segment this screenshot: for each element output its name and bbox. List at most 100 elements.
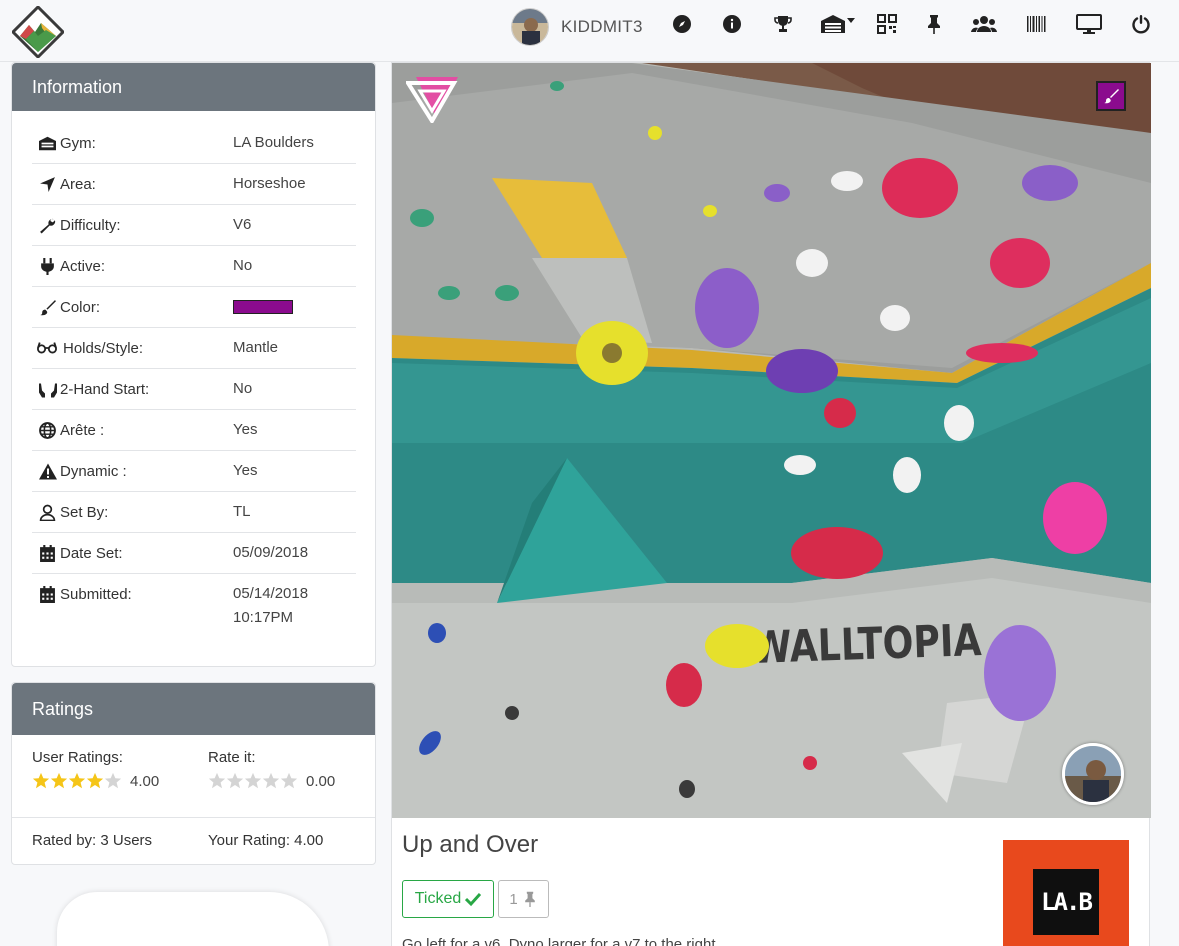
warehouse-dropdown-icon[interactable] [820,13,856,35]
power-icon[interactable] [1130,13,1152,35]
wall-text: WALLTOPIA [751,615,983,674]
star-icon [104,772,122,789]
calendar-icon [32,544,60,562]
info-row-active: Active: No [32,246,356,287]
ratings-card: Ratings User Ratings: 4.00 Rate it: 0.00… [11,682,376,865]
info-row-gym: Gym: LA Boulders [32,123,356,164]
rated-by-text: Rated by: 3 Users [32,832,153,849]
your-rating-text: Your Rating: 4.00 [208,832,324,849]
info-value-date-set: 05/09/2018 [233,544,309,561]
top-navbar: KIDDMIT3 [0,0,1179,62]
information-card: Information Gym: LA Boulders Area: Horse… [11,62,376,667]
thumbtack-icon [524,891,535,907]
location-arrow-icon [32,175,60,193]
info-row-difficulty: Difficulty: V6 [32,205,356,246]
calendar-icon [32,585,60,603]
user-icon [32,503,60,521]
brand-badge-icon [406,77,458,123]
info-row-two-hand-start: 2-Hand Start: No [32,369,356,410]
compass-icon[interactable] [671,13,693,35]
rate-it-stars[interactable]: 0.00 [208,772,335,790]
info-label: Dynamic : [60,462,127,480]
trophy-icon[interactable] [772,13,794,35]
desktop-icon[interactable] [1076,13,1102,35]
users-icon[interactable] [971,13,997,35]
route-card: WALLTOPIA Up and Over Ticked 1 Go left f… [391,62,1151,946]
thumbtack-icon[interactable] [923,13,945,35]
info-row-date-set: Date Set: 05/09/2018 [32,533,356,574]
wrench-icon [32,216,60,234]
info-label: Area: [60,175,96,193]
route-photo[interactable]: WALLTOPIA [392,63,1151,818]
route-title: Up and Over [402,831,539,858]
star-icon[interactable] [280,772,298,790]
star-icon [50,772,68,789]
info-label: Set By: [60,503,109,521]
hands-icon [32,380,60,398]
ticked-label: Ticked [414,890,462,907]
ratings-header: Ratings [12,683,375,735]
info-value-two-hand-start: No [233,380,253,397]
color-swatch [233,300,293,314]
pin-count: 1 [509,890,518,908]
info-row-arete: Arête : Yes [32,410,356,451]
plug-icon [32,257,60,275]
star-icon[interactable] [226,772,244,790]
star-icon [86,772,104,789]
info-row-set-by: Set By: TL [32,492,356,533]
star-icon [68,772,86,789]
info-label: Gym: [60,134,96,152]
warehouse-icon [32,134,60,152]
paint-brush-button[interactable] [1096,81,1126,111]
avatar [511,8,549,46]
info-row-color: Color: [32,287,356,328]
ticked-button[interactable]: Ticked [402,880,494,918]
info-value-difficulty: V6 [233,216,252,233]
info-value-active: No [233,257,253,274]
warning-icon [32,462,60,480]
check-icon [465,892,482,907]
user-menu[interactable]: KIDDMIT3 [511,8,643,46]
info-value-arete: Yes [233,421,258,438]
info-value-dynamic: Yes [233,462,258,479]
info-label: Holds/Style: [63,339,144,357]
info-label: Date Set: [60,544,123,562]
info-value-submitted: 05/14/2018 10:17PM [233,585,309,626]
setter-avatar[interactable] [1062,743,1124,805]
app-logo[interactable] [10,4,66,60]
divider [12,817,375,818]
user-rating-stars: 4.00 [32,772,159,790]
info-label: Submitted: [60,585,132,603]
glasses-icon [32,339,63,357]
gym-logo-text: LA.B [1033,868,1099,935]
username: KIDDMIT3 [561,17,643,36]
info-label: 2-Hand Start: [60,380,150,398]
star-icon [32,772,50,789]
info-icon[interactable] [721,13,743,35]
info-label: Arête : [60,421,105,439]
info-row-area: Area: Horseshoe [32,164,356,205]
paint-brush-icon [1104,89,1119,104]
rate-it: Rate it: 0.00 [208,749,335,790]
chat-bubble [57,892,329,946]
barcode-icon[interactable] [1025,13,1047,35]
globe-icon [32,421,60,439]
info-row-holds-style: Holds/Style: Mantle [32,328,356,369]
star-icon[interactable] [208,772,226,790]
qrcode-icon[interactable] [876,13,898,35]
gym-logo[interactable]: LA.B [1003,840,1129,946]
rate-it-label: Rate it: [208,749,256,766]
info-label: Color: [60,298,101,316]
rating-value: 0.00 [306,772,336,790]
rating-value: 4.00 [130,772,160,790]
info-value-gym: LA Boulders [233,134,314,151]
info-value-holds-style: Mantle [233,339,279,356]
info-row-dynamic: Dynamic : Yes [32,451,356,492]
user-ratings: User Ratings: 4.00 [32,749,159,790]
star-icon[interactable] [244,772,262,790]
route-description: Go left for a v6. Dyno larger for a v7 t… [402,936,716,946]
info-label: Difficulty: [60,216,121,234]
info-value-area: Horseshoe [233,175,306,192]
star-icon[interactable] [262,772,280,790]
pin-button[interactable]: 1 [498,880,549,918]
